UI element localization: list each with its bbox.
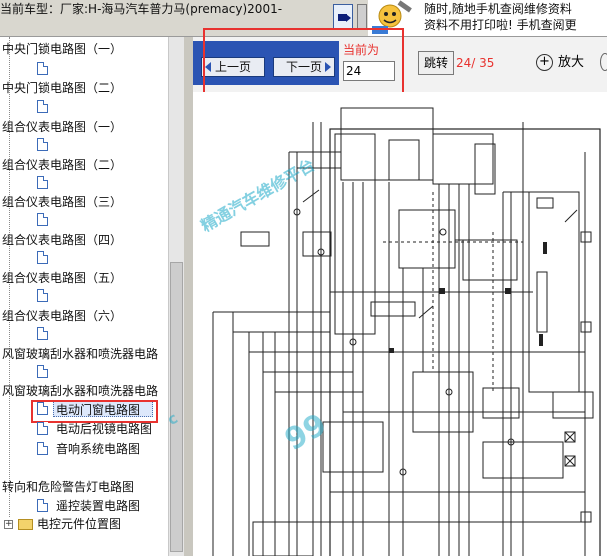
- zoom-label: 放大: [558, 55, 585, 70]
- goto-page-button[interactable]: 跳转: [418, 51, 454, 75]
- page-separator: /: [471, 56, 476, 70]
- document-icon: [37, 213, 48, 226]
- play-icon: [346, 14, 351, 22]
- document-icon: [37, 422, 48, 435]
- expand-plus-icon[interactable]: +: [4, 520, 13, 529]
- tree-item-central-lock-2[interactable]: 中央门锁电路图（二）: [2, 81, 122, 95]
- current-page-number: 24: [456, 56, 472, 70]
- wiring-diagram-image: [193, 92, 607, 556]
- tree-item-wiper-2[interactable]: 风窗玻璃刮水器和喷洗器电路: [2, 384, 158, 398]
- scrollbar-thumb[interactable]: [170, 262, 183, 552]
- tree-item-remote[interactable]: 遥控装置电路图: [56, 499, 140, 513]
- document-icon: [37, 62, 48, 75]
- tree-item-ecu-location[interactable]: 电控元件位置图: [37, 517, 121, 531]
- ad-text-line2: 资料不用打印啦! 手机查阅更: [424, 18, 577, 32]
- zoom-plus-icon: +: [536, 54, 553, 71]
- document-icon: [37, 327, 48, 340]
- ad-text-line1: 随时,随地手机查阅维修资料: [424, 2, 572, 16]
- tree-item-audio[interactable]: 音响系统电路图: [56, 442, 140, 456]
- tree-item-cluster-2[interactable]: 组合仪表电路图（二）: [2, 158, 122, 172]
- document-icon: [37, 176, 48, 189]
- document-icon: [37, 289, 48, 302]
- document-icon: [37, 442, 48, 455]
- total-pages-number: 35: [479, 56, 495, 70]
- panel-splitter[interactable]: [184, 37, 193, 556]
- viewer-toolbar: 上一页 下一页 当前为 24 跳转 24/ 35 + 放大: [193, 28, 607, 105]
- navigate-button[interactable]: [333, 4, 353, 30]
- tree-item-central-lock-1[interactable]: 中央门锁电路图（一）: [2, 42, 122, 56]
- tree-item-cluster-4[interactable]: 组合仪表电路图（四）: [2, 233, 122, 247]
- folder-icon: [18, 519, 33, 530]
- zoom-out-button[interactable]: [600, 53, 607, 71]
- tree-item-cluster-6[interactable]: 组合仪表电路图（六）: [2, 309, 122, 323]
- document-icon: [37, 365, 48, 378]
- tree-item-wiper-1[interactable]: 风窗玻璃刮水器和喷洗器电路: [2, 347, 158, 361]
- document-icon: [37, 100, 48, 113]
- tree-item-cluster-5[interactable]: 组合仪表电路图（五）: [2, 271, 122, 285]
- page-count: 24/ 35: [456, 56, 494, 70]
- tree-panel: 中央门锁电路图（一） 中央门锁电路图（二） 组合仪表电路图（一） 组合仪表电路图…: [0, 37, 184, 556]
- tree-item-cluster-1[interactable]: 组合仪表电路图（一）: [2, 120, 122, 134]
- tree-item-power-mirror[interactable]: 电动后视镜电路图: [56, 422, 152, 436]
- document-icon: [37, 138, 48, 151]
- zoom-in-button[interactable]: + 放大: [536, 51, 594, 75]
- wiring-diagram-drawing: [193, 92, 607, 556]
- document-icon: [37, 499, 48, 512]
- panel-toggle-button[interactable]: [357, 4, 367, 30]
- document-icon: [37, 251, 48, 264]
- tree-item-turn-signal[interactable]: 转向和危险警告灯电路图: [2, 480, 134, 494]
- selection-annotation-box: [31, 400, 158, 423]
- tree-item-cluster-3[interactable]: 组合仪表电路图（三）: [2, 195, 122, 209]
- tree-scrollbar[interactable]: [168, 37, 184, 556]
